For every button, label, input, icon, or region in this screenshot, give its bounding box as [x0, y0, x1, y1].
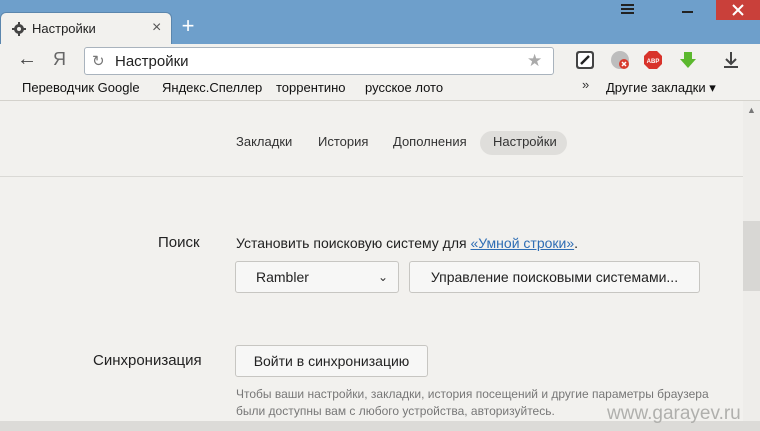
tab-close-icon[interactable]: × [152, 19, 161, 37]
gear-icon [12, 22, 26, 36]
green-download-icon[interactable] [678, 50, 698, 70]
close-icon [732, 4, 744, 16]
search-description: Установить поисковую систему для «Умной … [236, 235, 578, 251]
smart-bar-link[interactable]: «Умной строки» [471, 235, 575, 251]
yandex-button[interactable]: Я [53, 49, 66, 70]
bookmark-item[interactable]: Яндекс.Спеллер [162, 80, 262, 95]
sync-hint-line: были доступны вам с любого устройства, а… [236, 404, 555, 418]
back-button[interactable]: ← [17, 48, 37, 71]
other-bookmarks[interactable]: Другие закладки ▾ [606, 80, 716, 96]
search-engine-value: Rambler [256, 269, 309, 285]
sync-section-label: Синхронизация [93, 352, 202, 369]
search-description-end: . [574, 235, 579, 251]
minimize-button[interactable] [670, 0, 704, 20]
menu-button[interactable] [608, 0, 646, 20]
settings-nav-history[interactable]: История [318, 134, 368, 149]
scrollbar-thumb[interactable] [743, 221, 760, 291]
adblock-icon[interactable]: ABP [643, 50, 663, 70]
sync-signin-button[interactable]: Войти в синхронизацию [235, 345, 428, 377]
extension-edit-icon[interactable] [575, 50, 595, 70]
bookmark-item[interactable]: торрентино [276, 80, 346, 95]
tab-title: Настройки [32, 21, 96, 36]
navigation-toolbar: ← Я ↻ Настройки ★ ABP [0, 44, 760, 77]
bookmarks-overflow-chevron[interactable]: » [582, 77, 589, 92]
bookmark-item[interactable]: Переводчик Google [22, 80, 140, 95]
settings-nav-extensions[interactable]: Дополнения [393, 134, 467, 149]
bookmark-item[interactable]: русское лото [365, 80, 443, 95]
extension-blocked-icon[interactable] [610, 50, 630, 70]
star-icon[interactable]: ★ [527, 51, 542, 71]
close-window-button[interactable] [716, 0, 760, 20]
manage-search-engines-button[interactable]: Управление поисковыми системами... [409, 261, 700, 293]
sync-hint-line: Чтобы ваши настройки, закладки, история … [236, 387, 709, 401]
search-section-label: Поиск [158, 234, 200, 251]
settings-nav-bookmarks[interactable]: Закладки [236, 134, 292, 149]
settings-nav-settings[interactable]: Настройки [493, 134, 557, 149]
scroll-up-arrow-icon[interactable]: ▲ [747, 105, 756, 115]
reload-icon[interactable]: ↻ [92, 52, 105, 70]
settings-page: Закладки История Дополнения Настройки По… [0, 101, 743, 421]
tab-settings[interactable]: Настройки × [0, 12, 172, 44]
hamburger-menu-icon [621, 4, 634, 14]
address-text: Настройки [115, 53, 189, 70]
bookmarks-bar: Переводчик Google Яндекс.Спеллер торрент… [0, 77, 760, 101]
minimize-icon [682, 11, 693, 13]
search-engine-select[interactable]: Rambler ⌄ [235, 261, 399, 293]
watermark: www.garayev.ru [607, 403, 741, 424]
title-bar: Настройки × + [0, 0, 760, 44]
address-bar[interactable]: ↻ Настройки ★ [84, 47, 554, 75]
search-description-text: Установить поисковую систему для [236, 235, 471, 251]
download-icon[interactable] [721, 50, 741, 70]
divider [0, 176, 743, 177]
new-tab-button[interactable]: + [178, 15, 198, 38]
vertical-scrollbar[interactable]: ▲ [743, 101, 760, 421]
chevron-down-icon: ⌄ [377, 270, 388, 284]
svg-text:ABP: ABP [647, 59, 660, 65]
